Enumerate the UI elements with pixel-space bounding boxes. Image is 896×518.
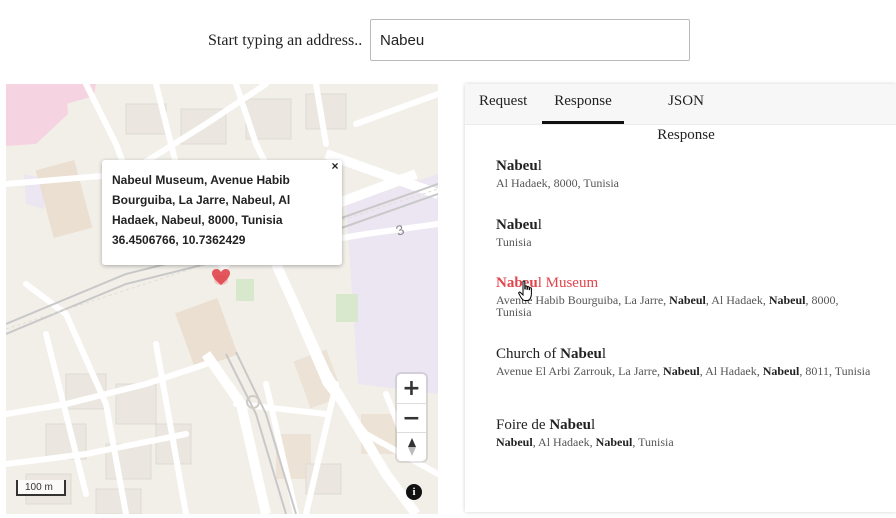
result-address: Avenue El Arbi Zarrouk, La Jarre, Nabeul… [496, 364, 871, 378]
zoom-controls: + − [397, 374, 426, 461]
result-item[interactable]: Foire de Nabeul Nabeul, Al Hadaek, Nabeu… [496, 417, 876, 448]
result-item[interactable]: Nabeul Museum Avenue Habib Bourguiba, La… [496, 275, 876, 318]
search-label: Start typing an address.. [208, 32, 363, 49]
result-title: Foire de Nabeul [496, 417, 596, 433]
result-address: Tunisia [496, 235, 532, 249]
tab-response[interactable]: Response [542, 84, 624, 124]
attribution-info-icon[interactable]: i [406, 484, 422, 500]
tab-json-response[interactable]: JSON Response [640, 84, 732, 143]
zoom-in-button[interactable]: + [397, 374, 426, 403]
result-item[interactable]: Nabeul Al Hadaek, 8000, Tunisia [496, 158, 876, 189]
map-scale-bar: 100 m [16, 480, 66, 496]
compass-reset-button[interactable] [397, 432, 426, 461]
result-title: Nabeul [496, 158, 542, 174]
popup-coordinates: 36.4506766, 10.7362429 [112, 233, 246, 247]
zoom-out-button[interactable]: − [397, 403, 426, 432]
result-item[interactable]: Nabeul Tunisia [496, 217, 876, 248]
result-title: Nabeul [496, 217, 542, 233]
result-title: Nabeul Museum [496, 275, 599, 291]
address-search-input[interactable] [370, 19, 690, 61]
popup-close-button[interactable]: × [328, 159, 342, 173]
result-address: Avenue Habib Bourguiba, La Jarre, Nabeul… [496, 293, 839, 319]
compass-icon [407, 438, 416, 456]
map-view[interactable]: 3 [6, 84, 438, 514]
result-address: Nabeul, Al Hadaek, Nabeul, Tunisia [496, 435, 674, 449]
tab-bar: Request Response JSON Response [465, 84, 896, 143]
map-tiles [6, 84, 438, 514]
hand-pointer-icon [518, 280, 532, 301]
result-address: Al Hadaek, 8000, Tunisia [496, 176, 619, 190]
tab-request[interactable]: Request [479, 84, 527, 124]
location-marker-icon[interactable] [211, 268, 231, 286]
map-popup: Nabeul Museum, Avenue Habib Bourguiba, L… [102, 159, 342, 265]
popup-address: Nabeul Museum, Avenue Habib Bourguiba, L… [112, 173, 291, 227]
result-item[interactable]: Church of Nabeul Avenue El Arbi Zarrouk,… [496, 346, 876, 377]
result-title: Church of Nabeul [496, 346, 607, 362]
